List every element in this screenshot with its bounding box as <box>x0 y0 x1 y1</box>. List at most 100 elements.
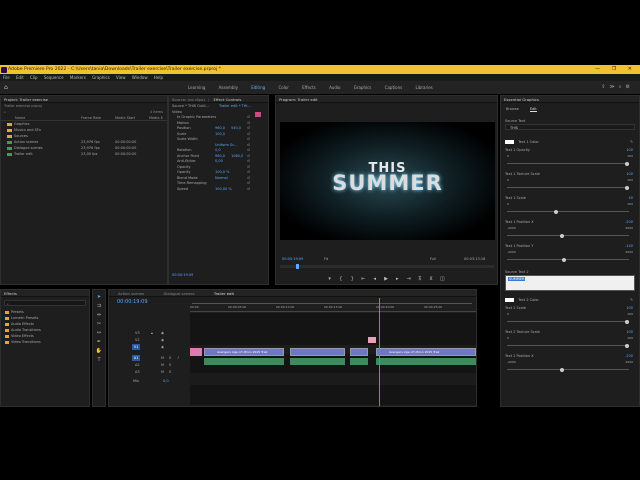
eyedropper-icon[interactable]: ✎ <box>630 139 633 145</box>
tab-source[interactable]: Source: (no clips) <box>172 97 205 102</box>
razor-tool-icon[interactable]: ✂ <box>93 320 105 329</box>
graphic-clip-v1-start[interactable] <box>190 348 202 356</box>
eg-subtab-edit[interactable]: Edit <box>529 107 537 112</box>
menu-file[interactable]: File <box>3 75 10 80</box>
eg-slider-value[interactable]: 100 <box>626 306 633 310</box>
hand-tool-icon[interactable]: ✋ <box>93 347 105 356</box>
track-a1-mic-icon[interactable]: ♪ <box>177 355 179 361</box>
eyedropper-icon-2[interactable]: ✎ <box>630 297 633 303</box>
track-label-a1[interactable]: A1 <box>132 355 140 361</box>
eg-slider-value[interactable]: -200 <box>625 220 633 224</box>
go-to-in-icon[interactable]: ⇤ <box>360 277 366 282</box>
track-a2-solo-icon[interactable]: S <box>169 362 171 368</box>
zoom-scrollbar[interactable] <box>192 303 472 304</box>
menu-sequence[interactable]: Sequence <box>44 75 64 80</box>
eg-slider-knob[interactable] <box>561 257 566 262</box>
workspace-learning[interactable]: Learning <box>188 85 205 90</box>
track-label-a2[interactable]: A2 <box>135 362 140 368</box>
track-a1-solo-icon[interactable]: S <box>169 355 171 361</box>
tab-essential-graphics[interactable]: Essential Graphics <box>504 97 539 102</box>
timeline-playhead[interactable] <box>379 298 380 406</box>
workspace-libraries[interactable]: Libraries <box>415 85 432 90</box>
menu-view[interactable]: View <box>116 75 126 80</box>
video-clip-2[interactable] <box>290 348 345 356</box>
eg-slider-value[interactable]: 100 <box>626 330 633 334</box>
step-forward-icon[interactable]: ▸ <box>394 277 400 282</box>
audio-clip-4[interactable] <box>376 358 476 365</box>
eg-slider-track[interactable] <box>507 343 629 348</box>
video-clip-4[interactable]: Avengers Age of Ultron 2015 Trail <box>376 348 476 356</box>
eg-slider-knob[interactable] <box>625 185 629 190</box>
video-clip-1[interactable]: Avengers Age of Ultron 2015 Trail <box>204 348 284 356</box>
in-point-icon[interactable]: { <box>338 277 344 282</box>
track-a3-mute-icon[interactable]: M <box>161 369 164 375</box>
eg-slider-knob[interactable] <box>625 319 629 324</box>
eg-slider-track[interactable] <box>507 185 629 190</box>
workspace-graphics[interactable]: Graphics <box>354 85 372 90</box>
ec-property-value[interactable]: 100,00 % <box>215 187 232 193</box>
ec-property-row[interactable]: Speed 100,00 % ↺ <box>169 187 268 193</box>
track-v3-lock-icon[interactable]: 🔒︎ <box>151 330 153 336</box>
menu-window[interactable]: Window <box>132 75 148 80</box>
eg-slider-knob[interactable] <box>560 233 565 238</box>
audio-track-a2-a3[interactable] <box>190 373 476 385</box>
slip-tool-icon[interactable]: ↔ <box>93 329 105 338</box>
eg-slider-value[interactable]: 40 <box>629 196 633 200</box>
ripple-edit-tool-icon[interactable]: ⇹ <box>93 311 105 320</box>
graphic-clip-v2[interactable] <box>368 337 376 343</box>
go-to-out-icon[interactable]: ⇥ <box>406 277 412 282</box>
menu-graphics[interactable]: Graphics <box>92 75 110 80</box>
eg-slider-track[interactable] <box>507 257 629 262</box>
track-v1-eye-icon[interactable]: ◉ <box>161 344 164 350</box>
workspace-captions[interactable]: Captions <box>385 85 403 90</box>
eg-source-text2-field[interactable]: SUMMER <box>505 275 635 291</box>
selection-tool-icon[interactable]: ➤ <box>93 293 105 302</box>
eg-slider-value[interactable]: 100 <box>626 172 633 176</box>
effects-search-input[interactable]: ⌕ <box>4 300 86 306</box>
track-label-v2[interactable]: V2 <box>135 337 140 343</box>
track-label-v3[interactable]: V3 <box>135 330 140 336</box>
tab-project[interactable]: Project: Trailer exercise <box>4 97 48 102</box>
tab-program[interactable]: Program: Trailer edit <box>279 97 318 102</box>
eg-slider-knob[interactable] <box>560 367 565 372</box>
video-clip-3[interactable] <box>350 348 368 356</box>
track-v2-eye-icon[interactable]: ◉ <box>161 337 164 343</box>
eg-slider-knob[interactable] <box>625 161 629 166</box>
eg-slider-value[interactable]: -140 <box>625 244 633 248</box>
extract-icon[interactable]: ⊻ <box>428 277 434 282</box>
timeline-timecode[interactable]: 00:00:19:09 <box>117 299 148 305</box>
eg-slider-knob[interactable] <box>625 343 629 348</box>
effects-category[interactable]: Video Transitions <box>1 339 89 345</box>
workspace-audio[interactable]: Audio <box>329 85 340 90</box>
audio-clip-2[interactable] <box>290 358 345 365</box>
workspace-toolbar-icons[interactable]: ⇪≫⌕⚙ <box>601 81 634 94</box>
eg-slider-track[interactable] <box>507 161 629 166</box>
workspace-effects[interactable]: Effects <box>302 85 316 90</box>
step-back-icon[interactable]: ◂ <box>372 277 378 282</box>
program-scrubber[interactable] <box>280 264 494 269</box>
audio-clip-3[interactable] <box>350 358 368 365</box>
tab-seq-dialogue-scenes[interactable]: Dialogue scenes <box>163 291 194 296</box>
tab-seq-trailer-edit[interactable]: Trailer edit <box>214 291 234 296</box>
mix-volume[interactable]: 0,0 <box>163 378 169 384</box>
home-icon[interactable]: ⌂ <box>4 84 11 91</box>
audio-clip-1[interactable] <box>204 358 284 365</box>
tab-effect-controls[interactable]: Effect Controls <box>214 97 242 102</box>
reset-icon[interactable]: ↺ <box>247 187 250 193</box>
eg-subtab-browse[interactable]: Browse <box>506 107 519 111</box>
program-quality-select[interactable]: Full <box>430 256 436 262</box>
menu-markers[interactable]: Markers <box>70 75 86 80</box>
program-video-frame[interactable]: THIS SUMMER <box>280 122 495 240</box>
track-label-a3[interactable]: A3 <box>135 369 140 375</box>
eg-slider-knob[interactable] <box>554 209 559 214</box>
ec-source-label[interactable]: Source * THIS Outli... <box>172 104 209 108</box>
eg-slider-track[interactable] <box>507 233 629 238</box>
track-label-v1[interactable]: V1 <box>132 344 140 350</box>
play-icon[interactable]: ▶ <box>383 277 389 282</box>
track-a1-mute-icon[interactable]: M <box>161 355 164 361</box>
pen-tool-icon[interactable]: ✒ <box>93 338 105 347</box>
track-area[interactable]: Avengers Age of Ultron 2015 Trail Avenge… <box>190 313 476 405</box>
workspace-editing[interactable]: Editing <box>251 85 265 90</box>
eg-slider-value[interactable]: 100 <box>626 148 633 152</box>
eg-slider-value[interactable]: -200 <box>625 354 633 358</box>
